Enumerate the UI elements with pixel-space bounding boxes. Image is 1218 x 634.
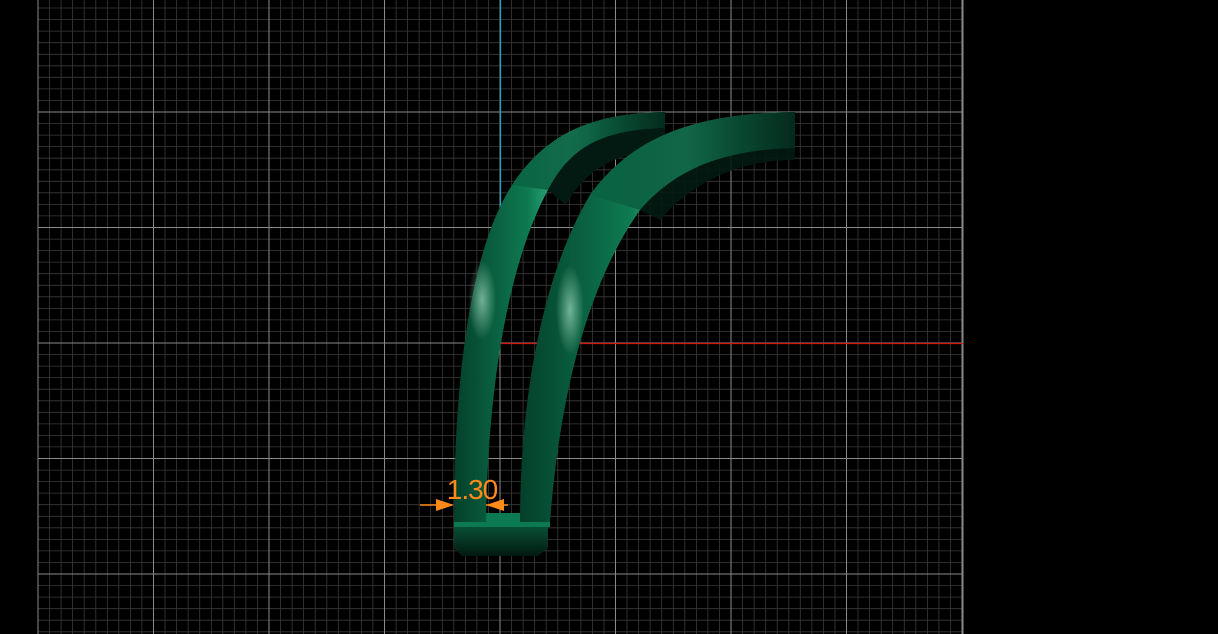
left-arc-highlight (468, 260, 496, 340)
cad-viewport[interactable]: 1.30 (0, 0, 1218, 634)
viewport-background (0, 0, 1218, 634)
right-arc-highlight (556, 265, 584, 355)
dimension-value: 1.30 (447, 474, 498, 505)
